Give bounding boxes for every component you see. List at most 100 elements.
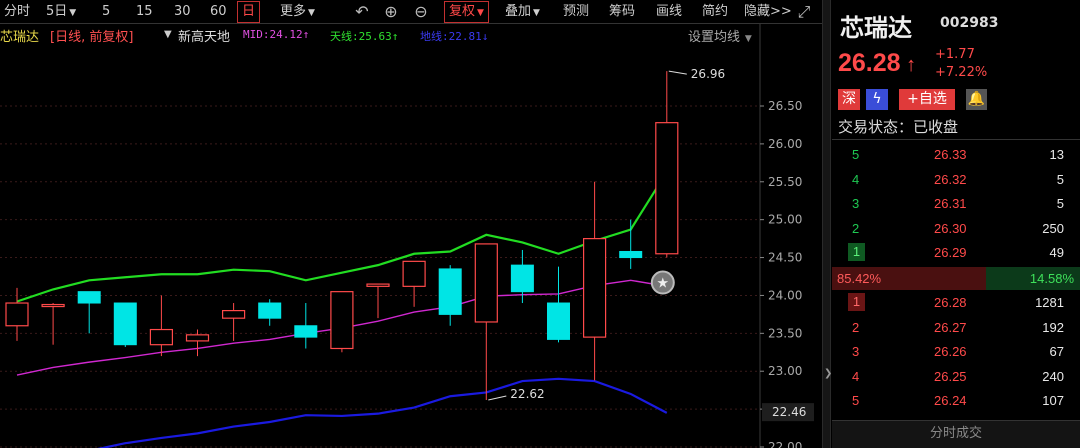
low-arrow xyxy=(488,395,507,401)
tab-30min[interactable]: 30 xyxy=(174,3,191,21)
bid-price: 26.27 xyxy=(934,319,967,335)
zoom-out-icon[interactable]: ⊖ xyxy=(411,2,431,22)
bid-row: 5 26.24 107 xyxy=(832,391,1080,411)
adjust-menu[interactable]: 复权 ▼ xyxy=(444,1,489,23)
candle-body-up xyxy=(222,310,246,319)
ask-level: 2 xyxy=(852,220,860,236)
candle-body-down xyxy=(510,264,534,293)
last-price: 26.28 ↑ xyxy=(838,49,916,78)
ask-row: 3 26.31 5 xyxy=(832,194,1080,214)
more-menu[interactable]: 更多 ▼ xyxy=(280,3,315,21)
high-label: 26.96 xyxy=(691,67,725,81)
current-value-label: 22.46 xyxy=(772,405,806,419)
ask-volume: 5 xyxy=(1056,196,1064,211)
tab-60min[interactable]: 60 xyxy=(210,3,227,21)
bid-level: 5 xyxy=(852,393,860,409)
bid-level: 4 xyxy=(852,368,860,384)
candle-body-up xyxy=(41,303,65,308)
draw-button[interactable]: 画线 xyxy=(656,3,682,21)
ask-level: 4 xyxy=(852,171,860,187)
candle-body-up xyxy=(582,238,607,338)
candle-body-down xyxy=(619,250,643,259)
candle-body-down xyxy=(113,302,137,346)
candle-body-up xyxy=(402,260,426,287)
hide-button[interactable]: 隐藏>> xyxy=(744,3,792,21)
y-tick-label: 25.50 xyxy=(768,175,802,189)
ask-row: 4 26.32 5 xyxy=(832,170,1080,190)
candle-body-up xyxy=(5,302,29,327)
high-arrow xyxy=(668,70,687,75)
undo-icon[interactable]: ↶ xyxy=(352,2,372,22)
last-price-value: 26.28 xyxy=(838,49,901,77)
lightning-icon[interactable]: ϟ xyxy=(866,89,888,110)
bid-price: 26.24 xyxy=(934,393,967,409)
candle-body-up xyxy=(149,328,173,346)
overlay-label: 叠加 xyxy=(505,4,532,19)
price-change-pct: +7.22% xyxy=(935,65,988,80)
tab-daily[interactable]: 日 xyxy=(237,1,261,23)
y-tick-label: 26.50 xyxy=(768,99,802,113)
caret-down-icon: ▼ xyxy=(477,8,484,18)
tab-15min[interactable]: 15 xyxy=(136,3,153,21)
candle-body-up xyxy=(330,291,354,350)
y-tick-label: 22.00 xyxy=(768,440,802,448)
y-tick-label: 26.00 xyxy=(768,137,802,151)
bid-ask-ratio-bar: 85.42% 14.58% xyxy=(832,267,1080,290)
ask-price: 26.32 xyxy=(934,171,967,187)
y-tick-label: 24.50 xyxy=(768,251,802,265)
price-change: +1.77 xyxy=(935,47,975,62)
kline-svg: 26.50 26.00 25.50 25.00 24.50 24.00 23.50 23.00… xyxy=(0,24,814,448)
zoom-in-icon[interactable]: ⊕ xyxy=(381,2,401,22)
bid-price: 26.26 xyxy=(934,344,967,360)
ask-price: 26.33 xyxy=(934,147,967,162)
chips-button[interactable]: 筹码 xyxy=(609,3,635,21)
tick-trades-button[interactable]: 分时成交 xyxy=(832,420,1080,448)
ask-volume: 49 xyxy=(1049,245,1064,260)
forecast-button[interactable]: 预测 xyxy=(563,3,589,21)
overlay-menu[interactable]: 叠加 ▼ xyxy=(505,3,540,21)
bid-level: 3 xyxy=(852,344,860,360)
ratio-left: 85.42% xyxy=(837,271,882,286)
candle-body-down xyxy=(294,325,318,338)
chart-toolbar: 分时 5日 ▼ 5 15 30 60 日 更多 ▼ ↶ ⊕ ⊖ 复权 ▼ 叠加 ▼ 预测… xyxy=(0,0,822,24)
bid-volume: 107 xyxy=(1042,393,1064,409)
bid-row: 3 26.26 67 xyxy=(832,342,1080,362)
stock-code: 002983 xyxy=(940,15,999,31)
add-favorite-button[interactable]: +自选 xyxy=(899,89,955,110)
bottom-line-series xyxy=(97,377,668,448)
more-label: 更多 xyxy=(280,4,307,19)
divider xyxy=(832,139,1080,140)
bell-icon[interactable]: 🔔 xyxy=(966,89,987,110)
candle-body-down xyxy=(547,302,570,340)
caret-down-icon: ▼ xyxy=(69,8,77,18)
bid-price: 26.28 xyxy=(934,295,967,310)
fullscreen-icon[interactable]: ⤢ xyxy=(794,2,814,22)
ask-row: 1 26.29 49 xyxy=(832,243,1080,263)
candle-body-down xyxy=(438,268,462,315)
tab-intraday[interactable]: 分时 xyxy=(4,3,30,21)
ask-level: 3 xyxy=(852,196,860,211)
bid-row: 4 26.25 240 xyxy=(832,367,1080,387)
bid-volume: 192 xyxy=(1042,319,1064,335)
bid-level: 1 xyxy=(848,293,865,311)
ask-level: 1 xyxy=(848,243,865,261)
quote-panel: 芯瑞达 002983 26.28 ↑ +1.77 +7.22% 深 ϟ +自选 … xyxy=(832,0,1080,448)
bid-volume: 67 xyxy=(1049,344,1064,360)
candle-body-up xyxy=(185,334,210,342)
ask-volume: 250 xyxy=(1042,220,1064,236)
y-tick-label: 24.00 xyxy=(768,288,802,302)
ratio-right: 14.58% xyxy=(1029,271,1074,286)
panel-splitter[interactable]: ❯ xyxy=(822,0,832,448)
kline-chart[interactable]: 26.50 26.00 25.50 25.00 24.50 24.00 23.50 23.00… xyxy=(0,24,822,448)
tab-5day[interactable]: 5日 ▼ xyxy=(46,3,76,21)
exchange-badge: 深 xyxy=(838,89,860,110)
bid-volume: 1281 xyxy=(1035,295,1064,310)
caret-down-icon: ▼ xyxy=(533,8,540,18)
bid-row: 1 26.28 1281 xyxy=(832,293,1080,313)
bid-price: 26.25 xyxy=(934,368,967,384)
adjust-label: 复权 xyxy=(449,4,476,19)
tab-5min[interactable]: 5 xyxy=(102,3,110,21)
y-tick-label: 23.00 xyxy=(768,364,802,378)
top-line-series xyxy=(16,171,668,303)
simple-button[interactable]: 简约 xyxy=(702,3,728,21)
